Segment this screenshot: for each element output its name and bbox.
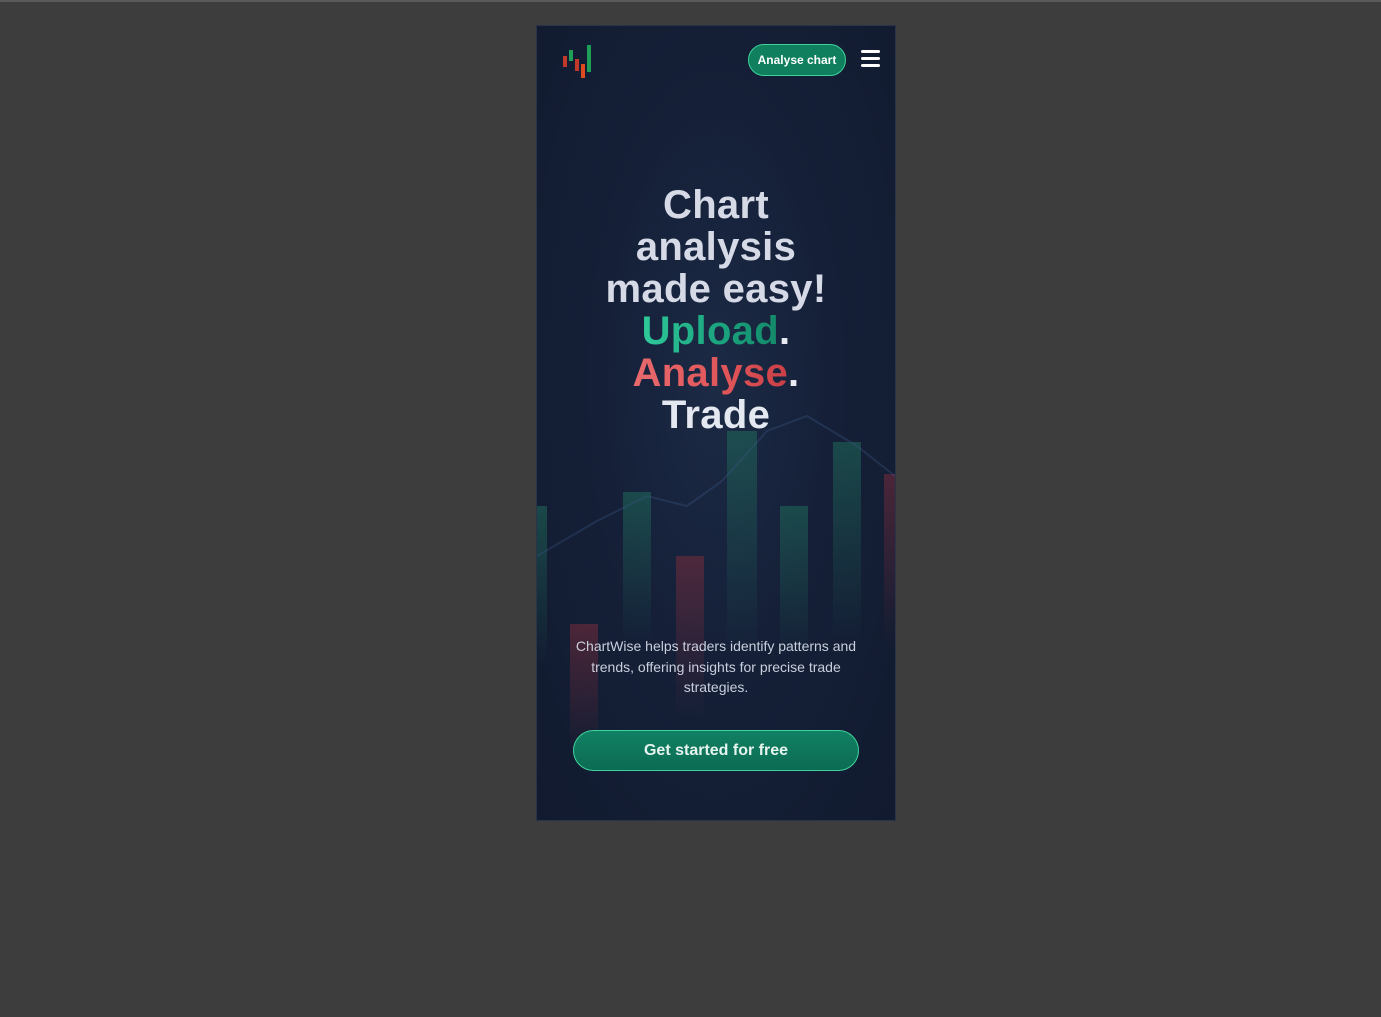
background-trend-line [537, 414, 895, 557]
headline-line-1: Chart [663, 183, 769, 227]
headline-line-3: made easy! [605, 267, 827, 311]
word-upload: Upload [641, 309, 779, 353]
headline-analyse-line: Analyse. [537, 352, 895, 394]
analyse-dot: . [788, 351, 800, 395]
headline-line-2: analysis [635, 225, 797, 269]
top-rule [0, 0, 1381, 2]
upload-dot: . [778, 309, 791, 353]
headline-upload-line: Upload. [537, 310, 895, 352]
background-candles [537, 431, 895, 754]
get-started-button[interactable]: Get started for free [573, 730, 859, 771]
candlestick-logo-icon[interactable] [561, 44, 595, 80]
mobile-viewport: Analyse chart Chart analysis made easy! … [537, 26, 895, 820]
hero-headline: Chart analysis made easy! Upload. Analys… [537, 184, 895, 436]
hamburger-menu-icon[interactable] [861, 50, 880, 68]
analyse-chart-button[interactable]: Analyse chart [748, 44, 846, 76]
word-trade: Trade [661, 393, 771, 437]
word-analyse: Analyse [632, 351, 789, 395]
hero-description: ChartWise helps traders identify pattern… [575, 638, 857, 695]
